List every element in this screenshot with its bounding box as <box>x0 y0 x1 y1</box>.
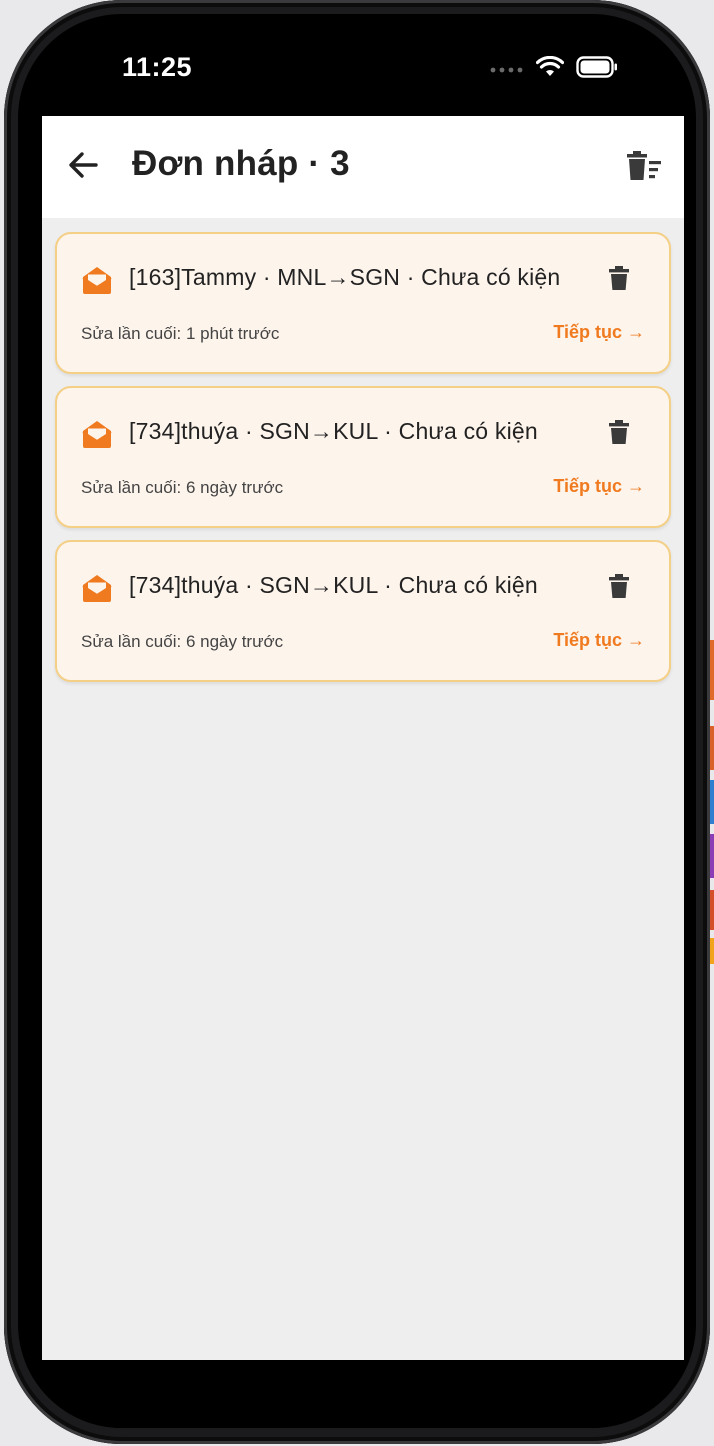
page-title: Đơn nháp · 3 <box>132 144 350 183</box>
draft-title: [734]thuýa · SGN→KUL · Chưa có kiện <box>129 572 538 598</box>
bottom-bezel <box>18 1360 696 1428</box>
phone-frame: 11:25 Đơn nháp · 3 [163]Tammy · MNL→SGN … <box>4 0 710 1444</box>
continue-draft-link[interactable]: Tiếp tục → <box>553 322 645 343</box>
draft-last-edited: Sửa lần cuối: 6 ngày trước <box>81 478 284 497</box>
trash-icon <box>609 573 629 603</box>
delete-draft-button[interactable] <box>605 265 633 295</box>
envelope-open-icon <box>81 418 113 450</box>
trash-icon <box>609 265 629 295</box>
envelope-open-icon <box>81 264 113 296</box>
back-button[interactable] <box>62 146 104 188</box>
draft-last-edited: Sửa lần cuối: 1 phút trước <box>81 324 280 343</box>
draft-last-edited: Sửa lần cuối: 6 ngày trước <box>81 632 284 651</box>
draft-card[interactable]: [163]Tammy · MNL→SGN · Chưa có kiện Sửa … <box>55 232 671 374</box>
app-viewport: Đơn nháp · 3 [163]Tammy · MNL→SGN · Chưa… <box>42 116 684 1360</box>
cellular-signal-icon <box>490 61 524 79</box>
battery-icon <box>576 56 618 83</box>
clear-all-drafts-button[interactable] <box>624 148 664 188</box>
delete-draft-button[interactable] <box>605 419 633 449</box>
arrow-left-icon <box>68 151 98 184</box>
draft-card[interactable]: [734]thuýa · SGN→KUL · Chưa có kiện Sửa … <box>55 540 671 682</box>
status-bar: 11:25 <box>18 14 696 116</box>
draft-list: [163]Tammy · MNL→SGN · Chưa có kiện Sửa … <box>55 232 671 694</box>
draft-title: [734]thuýa · SGN→KUL · Chưa có kiện <box>129 418 538 444</box>
status-time: 11:25 <box>122 52 193 82</box>
status-icons <box>490 55 618 83</box>
continue-draft-link[interactable]: Tiếp tục → <box>553 630 645 651</box>
trash-icon <box>609 419 629 449</box>
app-bar: Đơn nháp · 3 <box>42 116 684 218</box>
trash-sweep-icon <box>626 150 662 186</box>
wifi-icon <box>535 55 565 83</box>
continue-draft-link[interactable]: Tiếp tục → <box>553 476 645 497</box>
draft-title: [163]Tammy · MNL→SGN · Chưa có kiện <box>129 264 561 290</box>
delete-draft-button[interactable] <box>605 573 633 603</box>
phone-screen: 11:25 Đơn nháp · 3 [163]Tammy · MNL→SGN … <box>18 14 696 1428</box>
envelope-open-icon <box>81 572 113 604</box>
draft-card[interactable]: [734]thuýa · SGN→KUL · Chưa có kiện Sửa … <box>55 386 671 528</box>
